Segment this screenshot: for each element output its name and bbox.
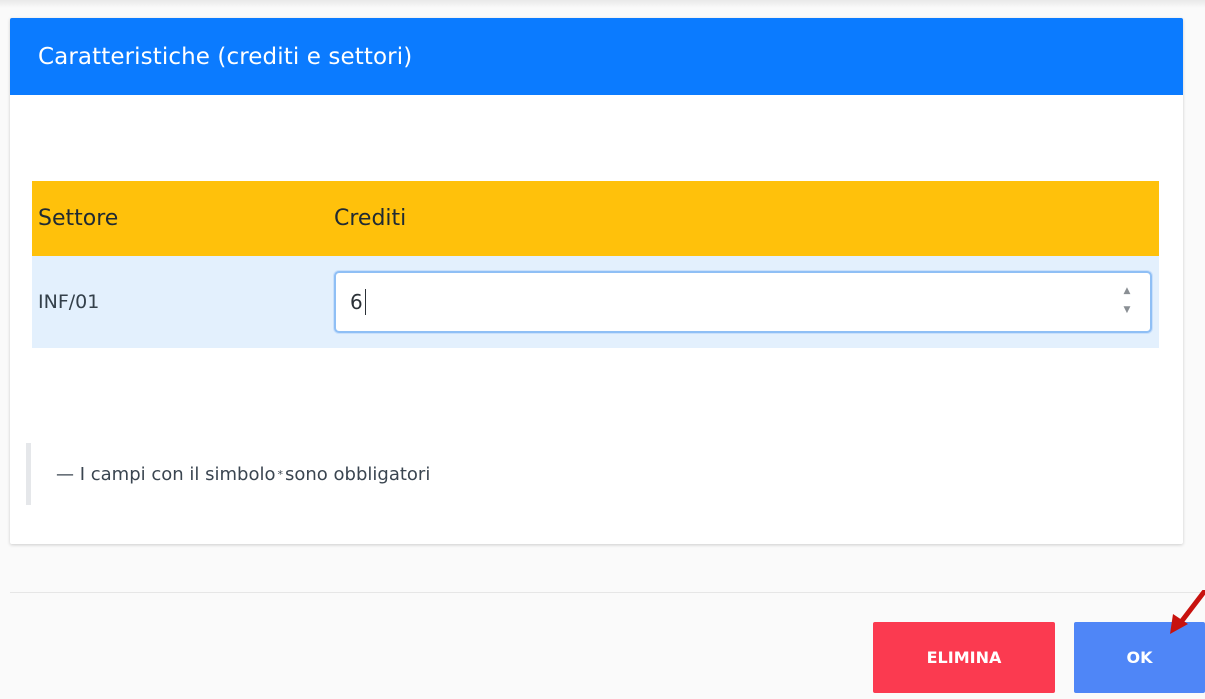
characteristics-card: Caratteristiche (crediti e settori) Sett…	[10, 18, 1183, 544]
card-title: Caratteristiche (crediti e settori)	[38, 43, 413, 70]
note-suffix: sono obbligatori	[285, 463, 431, 485]
required-symbol: *	[277, 467, 284, 481]
table-header: Settore Crediti	[32, 181, 1159, 256]
footer-divider	[10, 592, 1205, 593]
table-row: INF/01 6 ▲ ▼	[32, 256, 1159, 348]
settore-cell: INF/01	[38, 291, 100, 313]
required-fields-note: — I campi con il simbolo * sono obbligat…	[26, 443, 430, 505]
number-spinner[interactable]: ▲ ▼	[1122, 287, 1132, 315]
crediti-input-value: 6	[350, 290, 363, 314]
chevron-up-icon[interactable]: ▲	[1124, 287, 1131, 296]
delete-button[interactable]: ELIMINA	[873, 622, 1055, 693]
top-shadow	[0, 0, 1205, 8]
note-prefix: — I campi con il simbolo	[56, 463, 276, 485]
column-header-crediti: Crediti	[334, 206, 407, 231]
arrow-pointer-icon	[1170, 590, 1205, 634]
chevron-down-icon[interactable]: ▼	[1124, 306, 1131, 315]
crediti-number-input[interactable]: 6 ▲ ▼	[334, 271, 1152, 333]
page: Caratteristiche (crediti e settori) Sett…	[0, 0, 1205, 699]
credits-table: Settore Crediti INF/01 6 ▲ ▼	[32, 181, 1159, 348]
column-header-settore: Settore	[38, 206, 119, 231]
card-header: Caratteristiche (crediti e settori)	[10, 18, 1183, 95]
text-caret	[364, 289, 366, 315]
